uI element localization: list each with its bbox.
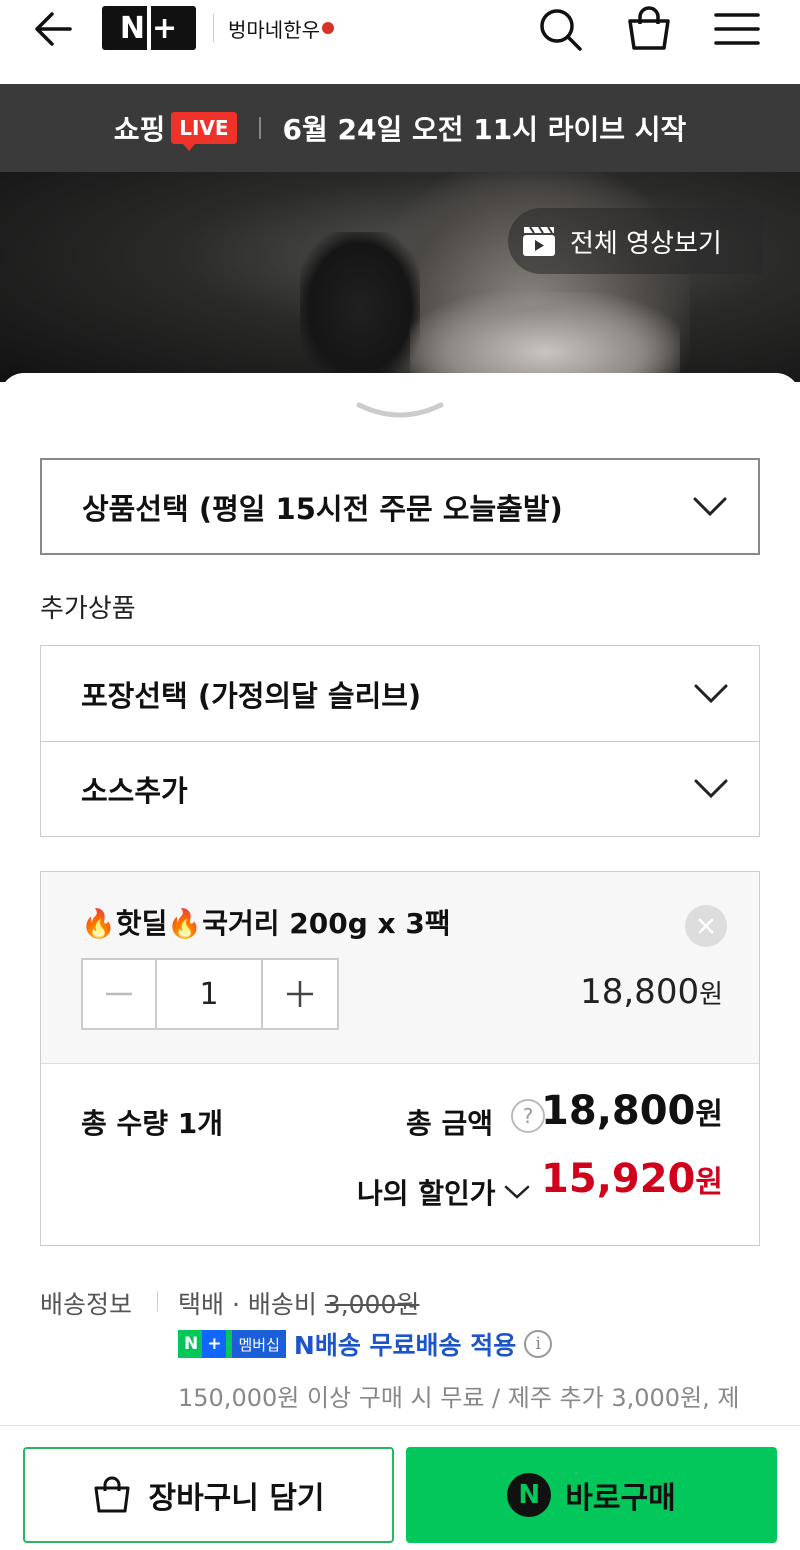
buy-now-label: 바로구매 (565, 1481, 676, 1516)
info-icon-glyph: i (535, 1334, 541, 1354)
info-icon[interactable]: i (524, 1330, 553, 1358)
total-amount-label: 총 금액 (406, 1107, 494, 1140)
banner-divider (258, 117, 261, 139)
search-icon[interactable] (535, 4, 585, 54)
selected-item-price-value: 18,800 (580, 972, 700, 1012)
selected-item: 🔥핫딜🔥국거리 200g x 3팩 1 18,800원 (41, 872, 759, 1064)
discount-amount: 15,920원 (541, 1156, 723, 1202)
addon-section-title: 추가상품 (40, 594, 136, 624)
selected-items: 🔥핫딜🔥국거리 200g x 3팩 1 18,800원 총 수량 1개 총 금액… (40, 871, 760, 1246)
naver-plus-badge: N + (178, 1330, 233, 1358)
chevron-down-icon (693, 497, 727, 516)
shipping-method: 택배 · 배송비 3,000원 (178, 1285, 419, 1321)
product-video[interactable]: 전체 영상보기 (0, 172, 800, 382)
naver-plus-logo[interactable]: N + (102, 6, 196, 50)
addon-label: 포장선택 (가정의달 슬리브) (81, 678, 422, 713)
close-icon (698, 918, 714, 934)
seal-icon (322, 22, 334, 34)
n-delivery-free-text: N배송 무료배송 적용 (293, 1331, 517, 1360)
shipping-method-text: 택배 · 배송비 (178, 1290, 325, 1319)
add-to-cart-label: 장바구니 담기 (148, 1481, 325, 1516)
chevron-down-icon (504, 1185, 529, 1199)
addon-options: 포장선택 (가정의달 슬리브) 소스추가 (40, 645, 760, 837)
plus-icon (287, 981, 313, 1007)
membership-badge: 멤버십 (232, 1330, 286, 1358)
currency-unit: 원 (695, 1097, 723, 1132)
plus-badge-text: + (202, 1330, 227, 1358)
back-arrow-icon[interactable] (30, 8, 78, 50)
shopping-live-label: 쇼핑 (113, 113, 166, 146)
order-totals: 총 수량 1개 총 금액 ? 18,800원 나의 할인가 15,920원 (41, 1064, 759, 1245)
shopping-live-banner[interactable]: 쇼핑 LIVE 6월 24일 오전 11시 라이브 시작 (0, 84, 800, 172)
naver-pay-icon: N (507, 1473, 552, 1517)
logo-n: N (119, 10, 146, 46)
product-option-select[interactable]: 상품선택 (평일 15시전 주문 오늘출발) (40, 458, 760, 555)
my-discount-label: 나의 할인가 (357, 1177, 496, 1210)
selected-item-price: 18,800원 (580, 972, 723, 1012)
n-badge-text: N (184, 1334, 199, 1354)
full-video-label: 전체 영상보기 (570, 228, 722, 259)
selected-item-name: 🔥핫딜🔥국거리 200g x 3팩 (81, 907, 451, 940)
addon-select-packaging[interactable]: 포장선택 (가정의달 슬리브) (41, 646, 759, 741)
quantity-decrease-button[interactable] (83, 960, 157, 1028)
remove-item-button[interactable] (685, 905, 727, 947)
total-quantity: 총 수량 1개 (81, 1107, 224, 1140)
currency-unit: 원 (699, 980, 723, 1010)
store-brand-text: 벙마네한우 (228, 17, 320, 42)
quantity-increase-button[interactable] (263, 960, 337, 1028)
n-membership-delivery[interactable]: N + 멤버십 N배송 무료배송 적용 i (178, 1329, 553, 1360)
logo-separator (147, 6, 151, 50)
logo-plus: + (151, 10, 179, 46)
total-amount-value: 18,800 (541, 1088, 696, 1134)
add-to-cart-button[interactable]: 장바구니 담기 (23, 1447, 394, 1543)
quantity-value[interactable]: 1 (157, 960, 263, 1028)
sheet-collapse-handle[interactable] (355, 399, 445, 425)
video-frame-apron (410, 292, 680, 382)
shopping-bag-icon (94, 1476, 130, 1513)
live-schedule-text: 6월 24일 오전 11시 라이브 시작 (282, 113, 687, 146)
chevron-down-icon (694, 779, 728, 799)
quantity-stepper: 1 (81, 958, 339, 1030)
help-icon[interactable]: ? (511, 1099, 545, 1133)
buy-now-button[interactable]: N 바로구매 (406, 1447, 777, 1543)
shipping-info-label: 배송정보 (40, 1290, 133, 1319)
total-amount: 18,800원 (541, 1088, 723, 1134)
chevron-down-icon (694, 684, 728, 703)
shipping-divider (157, 1291, 158, 1311)
header-divider (213, 14, 214, 42)
discount-amount-value: 15,920 (541, 1156, 696, 1202)
minus-icon (106, 992, 132, 996)
addon-select-sauce[interactable]: 소스추가 (41, 741, 759, 836)
live-badge: LIVE (171, 112, 237, 151)
currency-unit: 원 (695, 1165, 723, 1200)
product-option-label: 상품선택 (평일 15시전 주문 오늘출발) (82, 491, 563, 526)
video-frame-glove (300, 232, 420, 382)
menu-icon[interactable] (712, 4, 762, 54)
bottom-action-bar: 장바구니 담기 N 바로구매 (0, 1425, 800, 1550)
store-brand-logo[interactable]: 벙마네한우 (228, 4, 334, 52)
shopping-bag-icon[interactable] (624, 4, 674, 54)
purchase-sheet: 상품선택 (평일 15시전 주문 오늘출발) 추가상품 포장선택 (가정의달 슬… (0, 373, 800, 1550)
my-discount-toggle[interactable]: 나의 할인가 (357, 1172, 530, 1212)
addon-label: 소스추가 (81, 774, 188, 808)
shipping-condition: 150,000원 이상 구매 시 무료 / 제주 추가 3,000원, 제 (178, 1384, 740, 1412)
help-icon-glyph: ? (522, 1104, 534, 1128)
clapperboard-icon (523, 226, 555, 256)
shipping-fee-original: 3,000원 (324, 1290, 420, 1319)
full-video-button[interactable]: 전체 영상보기 (508, 208, 763, 274)
top-header: N + 벙마네한우 (0, 0, 800, 84)
